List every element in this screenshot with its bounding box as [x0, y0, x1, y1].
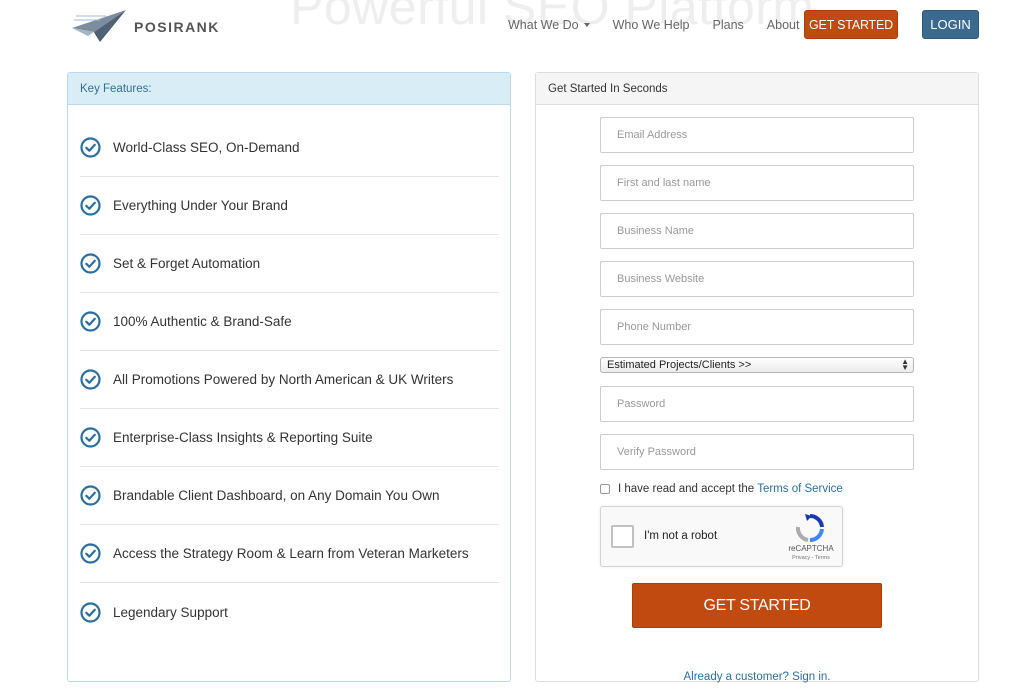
- check-circle-icon: [80, 137, 101, 158]
- email-field[interactable]: Email Address: [600, 117, 914, 153]
- check-circle-icon: [80, 601, 101, 623]
- tos-row: I have read and accept the Terms of Serv…: [600, 483, 843, 495]
- tos-checkbox[interactable]: [600, 484, 610, 494]
- recaptcha-terms-link[interactable]: Privacy - Terms: [781, 555, 841, 561]
- nav-item-label: Who We Help: [612, 18, 690, 32]
- paper-plane-icon: [72, 10, 126, 42]
- verify-password-field[interactable]: Verify Password: [600, 434, 914, 470]
- check-circle-icon: [80, 311, 101, 332]
- feature-label: 100% Authentic & Brand-Safe: [113, 314, 292, 329]
- brand-name: POSIRANK: [134, 19, 220, 35]
- check-circle-icon: [80, 427, 101, 448]
- feature-list: World-Class SEO, On-Demand Everything Un…: [80, 119, 499, 641]
- list-item: Enterprise-Class Insights & Reporting Su…: [80, 409, 499, 467]
- feature-label: Access the Strategy Room & Learn from Ve…: [113, 546, 469, 561]
- key-features-panel: Key Features: World-Class SEO, On-Demand…: [67, 72, 511, 682]
- check-circle-icon: [80, 485, 101, 506]
- nav-item-label: About: [766, 18, 800, 32]
- projects-select-value: Estimated Projects/Clients >>: [607, 359, 752, 371]
- name-field[interactable]: First and last name: [600, 165, 914, 201]
- select-arrows-icon: ▲ ▼: [901, 357, 909, 372]
- list-item: World-Class SEO, On-Demand: [80, 119, 499, 177]
- brand-logo[interactable]: POSIRANK: [70, 8, 230, 44]
- recaptcha-logo-icon: [795, 513, 824, 543]
- nav-item-label: What We Do: [508, 18, 579, 32]
- terms-of-service-link[interactable]: Terms of Service: [757, 483, 843, 495]
- recaptcha-widget: I'm not a robot reCAPTCHA Privacy - Term…: [600, 506, 843, 567]
- feature-label: Everything Under Your Brand: [113, 198, 288, 213]
- password-field[interactable]: Password: [600, 386, 914, 422]
- login-button[interactable]: LOGIN: [922, 10, 979, 39]
- nav-item-label: Plans: [712, 18, 744, 32]
- list-item: 100% Authentic & Brand-Safe: [80, 293, 499, 351]
- submit-get-started-button[interactable]: GET STARTED: [632, 583, 882, 628]
- recaptcha-brand: reCAPTCHA: [788, 544, 834, 553]
- list-item: Access the Strategy Room & Learn from Ve…: [80, 525, 499, 583]
- feature-label: Legendary Support: [113, 604, 228, 620]
- list-item: Set & Forget Automation: [80, 235, 499, 293]
- business-name-field[interactable]: Business Name: [600, 213, 914, 249]
- check-circle-icon: [80, 195, 101, 216]
- signup-panel: Get Started In Seconds Email Address Fir…: [535, 72, 979, 683]
- header-get-started-button[interactable]: GET STARTED: [804, 10, 898, 39]
- list-item: Everything Under Your Brand: [80, 177, 499, 235]
- feature-label: World-Class SEO, On-Demand: [113, 140, 300, 155]
- list-item: Brandable Client Dashboard, on Any Domai…: [80, 467, 499, 525]
- nav-item-what-we-do[interactable]: What We Do: [508, 18, 590, 32]
- list-item: Legendary Support: [80, 583, 499, 641]
- feature-label: Brandable Client Dashboard, on Any Domai…: [113, 488, 440, 503]
- signup-panel-title: Get Started In Seconds: [536, 73, 978, 105]
- recaptcha-checkbox[interactable]: [611, 525, 634, 548]
- key-features-title: Key Features:: [68, 73, 510, 105]
- phone-field[interactable]: Phone Number: [600, 309, 914, 345]
- feature-label: Set & Forget Automation: [113, 256, 261, 271]
- main-nav: What We Do Who We Help Plans About: [508, 10, 822, 40]
- check-circle-icon: [80, 543, 101, 564]
- feature-label: All Promotions Powered by North American…: [113, 372, 454, 387]
- nav-item-about[interactable]: About: [767, 18, 800, 32]
- tos-text: I have read and accept the: [618, 483, 755, 495]
- sign-in-link[interactable]: Already a customer? Sign in.: [536, 671, 978, 683]
- recaptcha-label: I'm not a robot: [644, 530, 718, 542]
- projects-select[interactable]: Estimated Projects/Clients >> ▲ ▼: [600, 357, 914, 373]
- list-item: All Promotions Powered by North American…: [80, 351, 499, 409]
- nav-item-plans[interactable]: Plans: [713, 18, 744, 32]
- chevron-down-icon: [583, 23, 590, 27]
- check-circle-icon: [80, 369, 101, 390]
- business-website-field[interactable]: Business Website: [600, 261, 914, 297]
- check-circle-icon: [80, 253, 101, 274]
- nav-item-who-we-help[interactable]: Who We Help: [613, 18, 690, 32]
- feature-label: Enterprise-Class Insights & Reporting Su…: [113, 430, 373, 445]
